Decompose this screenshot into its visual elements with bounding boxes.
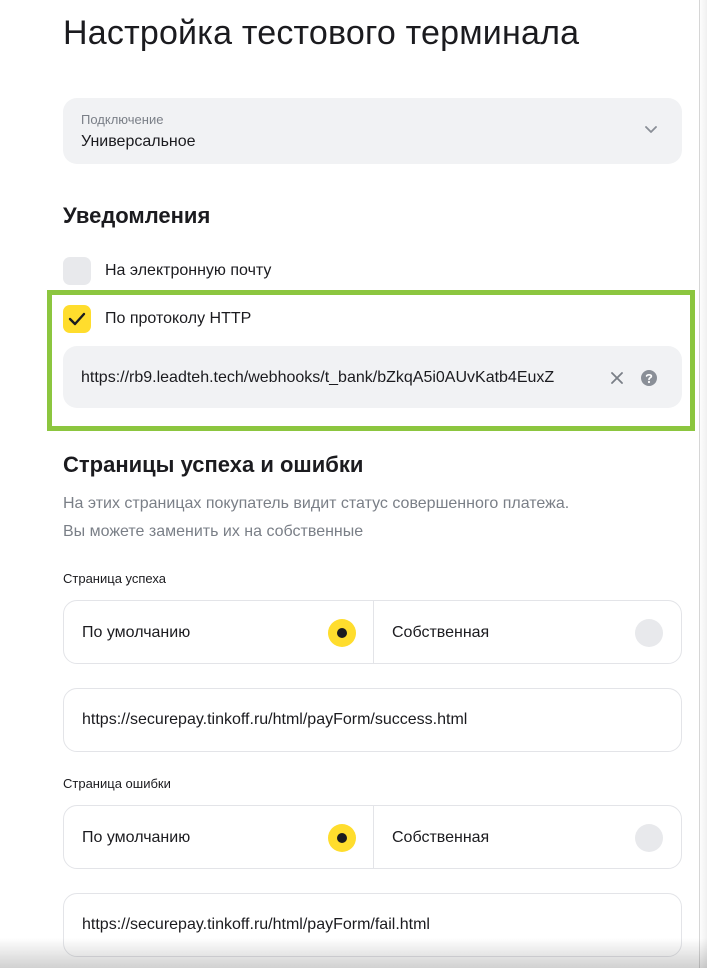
success-option-default-label: По умолчанию — [82, 624, 191, 641]
help-icon[interactable] — [640, 369, 658, 387]
error-radio-default[interactable] — [328, 824, 356, 852]
email-checkbox-label: На электронную почту — [105, 262, 272, 279]
success-radio-custom[interactable] — [635, 619, 663, 647]
page-title: Настройка тестового терминала — [63, 14, 580, 52]
http-checkbox[interactable] — [63, 305, 91, 333]
email-checkbox[interactable] — [63, 257, 91, 285]
connection-select[interactable]: Подключение Универсальное — [63, 98, 682, 164]
success-url-input[interactable]: https://securepay.tinkoff.ru/html/payFor… — [82, 711, 467, 729]
pages-title: Страницы успеха и ошибки — [63, 452, 364, 477]
success-option-custom-label: Собственная — [392, 624, 490, 641]
error-option-custom[interactable]: Собственная — [373, 806, 681, 868]
error-option-default-label: По умолчанию — [82, 829, 191, 846]
checkmark-icon — [68, 312, 86, 326]
success-option-default[interactable]: По умолчанию — [64, 601, 372, 663]
success-option-custom[interactable]: Собственная — [373, 601, 681, 663]
connection-label: Подключение — [81, 112, 164, 127]
notifications-title: Уведомления — [63, 203, 211, 228]
success-page-options: По умолчанию Собственная — [63, 600, 682, 664]
error-url-input[interactable]: https://securepay.tinkoff.ru/html/payFor… — [82, 916, 430, 934]
error-option-custom-label: Собственная — [392, 829, 490, 846]
success-url-field[interactable]: https://securepay.tinkoff.ru/html/payFor… — [63, 688, 682, 752]
http-checkbox-label: По протоколу HTTP — [105, 310, 252, 327]
success-page-label: Страница успеха — [63, 571, 166, 586]
window-edge-shadow — [699, 0, 707, 968]
error-radio-custom[interactable] — [635, 824, 663, 852]
close-icon[interactable] — [609, 370, 625, 386]
error-page-options: По умолчанию Собственная — [63, 805, 682, 869]
pages-description-line1: На этих страницах покупатель видит стату… — [63, 495, 570, 512]
error-option-default[interactable]: По умолчанию — [64, 806, 372, 868]
chevron-down-icon — [645, 126, 657, 133]
http-url-input[interactable]: https://rb9.leadteh.tech/webhooks/t_bank… — [81, 369, 601, 387]
bottom-shadow — [0, 938, 707, 968]
error-page-label: Страница ошибки — [63, 776, 171, 791]
success-radio-default[interactable] — [328, 619, 356, 647]
pages-description-line2: Вы можете заменить их на собственные — [63, 523, 364, 540]
connection-value: Универсальное — [81, 133, 196, 150]
http-url-field[interactable]: https://rb9.leadteh.tech/webhooks/t_bank… — [63, 346, 682, 408]
